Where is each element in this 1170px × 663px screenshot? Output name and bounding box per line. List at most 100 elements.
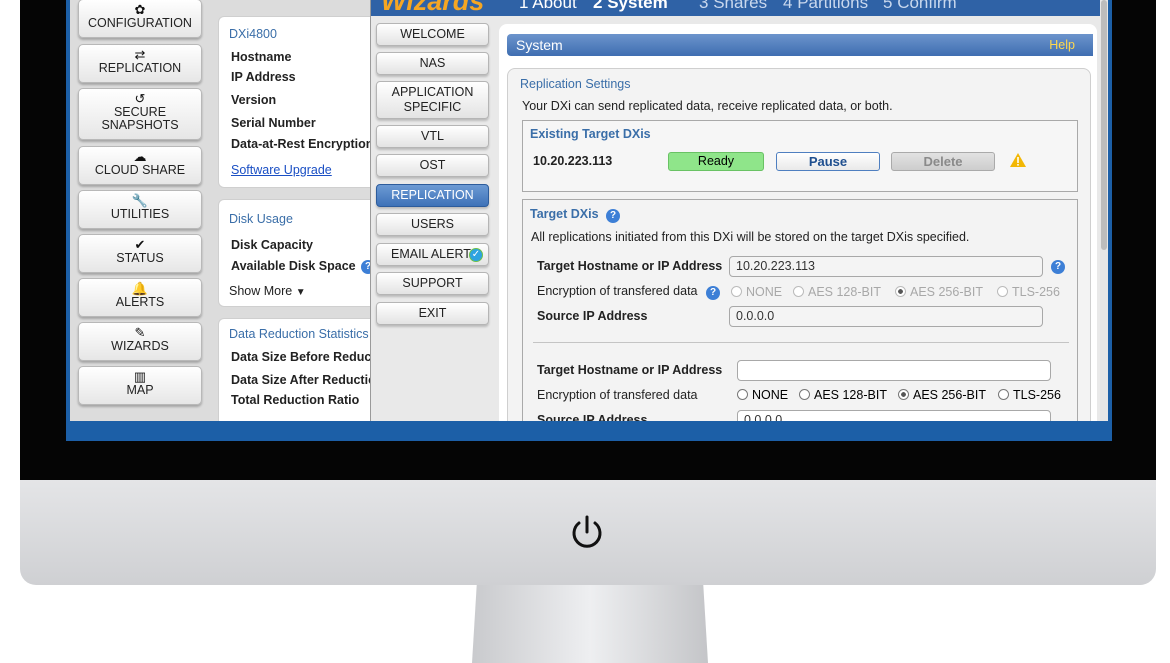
nav-label: STATUS bbox=[116, 251, 164, 265]
step-label: Partitions bbox=[797, 0, 869, 12]
replication-settings: Replication Settings Your DXi can send r… bbox=[507, 68, 1091, 421]
menu-label: EMAIL ALERTS bbox=[391, 247, 480, 261]
radio-label: TLS-256 bbox=[1013, 388, 1061, 402]
nav-status[interactable]: ✔ STATUS bbox=[78, 234, 202, 273]
radio-dot bbox=[997, 286, 1008, 297]
show-more-toggle[interactable]: Show More ▼ bbox=[229, 284, 306, 298]
nav-label: CONFIGURATION bbox=[88, 16, 192, 30]
help-icon[interactable]: ? bbox=[706, 286, 720, 300]
target-hostname-input[interactable] bbox=[737, 360, 1051, 381]
radio-dot bbox=[998, 389, 1009, 400]
radio-none[interactable]: NONE bbox=[731, 285, 782, 299]
nav-label: MAP bbox=[126, 383, 154, 397]
step-label: System bbox=[607, 0, 668, 12]
target-dxis-description: All replications initiated from this DXi… bbox=[531, 230, 970, 244]
radio-tls-256[interactable]: TLS-256 bbox=[997, 285, 1060, 299]
bell-icon: 🔔 bbox=[131, 281, 149, 296]
radio-label: NONE bbox=[746, 285, 783, 299]
vertical-scrollbar[interactable] bbox=[1100, 0, 1108, 421]
help-link[interactable]: Help bbox=[1049, 38, 1075, 52]
step-confirm[interactable]: 5 Confirm bbox=[883, 0, 957, 13]
dxi-app: ✿ CONFIGURATION ⇄ REPLICATION ↺ SECURE S… bbox=[70, 0, 1108, 421]
nav-alerts[interactable]: 🔔 ALERTS bbox=[78, 278, 202, 317]
pause-button[interactable]: Pause bbox=[776, 152, 880, 171]
radio-aes-128[interactable]: AES 128-BIT bbox=[799, 388, 887, 402]
radio-dot bbox=[731, 286, 742, 297]
radio-aes-128[interactable]: AES 128-BIT bbox=[793, 285, 881, 299]
nav-map[interactable]: ▥ MAP bbox=[78, 366, 202, 405]
radio-label: AES 256-BIT bbox=[910, 285, 983, 299]
nav-cloud-share[interactable]: ☁ CLOUD SHARE bbox=[78, 146, 202, 185]
wizard-menu-nas[interactable]: NAS bbox=[376, 52, 489, 75]
radio-aes-256[interactable]: AES 256-BIT bbox=[898, 388, 986, 402]
wizard-menu-email-alerts[interactable]: EMAIL ALERTS ✓ bbox=[376, 243, 489, 266]
size-before-label: Data Size Before Reduction bbox=[231, 350, 378, 364]
radio-dot bbox=[793, 286, 804, 297]
nav-secure-snapshots[interactable]: ↺ SECURE SNAPSHOTS bbox=[78, 88, 202, 140]
wizard-menu-vtl[interactable]: VTL bbox=[376, 125, 489, 148]
data-reduction-panel: Data Reduction Statistics Data Size Befo… bbox=[218, 318, 378, 421]
nav-configuration[interactable]: ✿ CONFIGURATION bbox=[78, 0, 202, 38]
encryption-text: Encryption of transfered data bbox=[537, 284, 698, 298]
show-more-label: Show More bbox=[229, 284, 293, 298]
help-icon[interactable]: ? bbox=[1051, 260, 1065, 274]
wizard-menu-welcome[interactable]: WELCOME bbox=[376, 23, 489, 46]
help-icon[interactable]: ? bbox=[606, 209, 621, 223]
nav-utilities[interactable]: 🔧 UTILITIES bbox=[78, 190, 202, 229]
target-hostname-input[interactable]: 10.20.223.113 bbox=[729, 256, 1043, 277]
nav-wizards[interactable]: ✎ WIZARDS bbox=[78, 322, 202, 361]
step-shares[interactable]: 3 Shares bbox=[699, 0, 767, 13]
size-after-label: Data Size After Reduction bbox=[231, 373, 378, 387]
radio-aes-256[interactable]: AES 256-BIT bbox=[895, 285, 983, 299]
panel-title: Data Reduction Statistics bbox=[229, 327, 369, 341]
wizard-menu-users[interactable]: USERS bbox=[376, 213, 489, 236]
panel-title: Disk Usage bbox=[229, 212, 293, 226]
nav-label: REPLICATION bbox=[98, 61, 182, 75]
version-label: Version bbox=[231, 93, 277, 107]
power-icon[interactable] bbox=[567, 513, 607, 553]
wizard-menu-exit[interactable]: EXIT bbox=[376, 302, 489, 325]
source-ip-input[interactable]: 0.0.0.0 bbox=[737, 410, 1051, 421]
step-partitions[interactable]: 4 Partitions bbox=[783, 0, 868, 13]
step-number: 1 bbox=[519, 0, 529, 12]
cloud-icon: ☁ bbox=[133, 149, 147, 164]
radio-dot bbox=[898, 389, 909, 400]
target-dxis-label: Target DXis bbox=[530, 207, 599, 221]
radio-label: AES 128-BIT bbox=[814, 388, 887, 402]
wizard-menu-ost[interactable]: OST bbox=[376, 154, 489, 177]
step-system[interactable]: 2 System bbox=[593, 0, 668, 13]
nav-replication[interactable]: ⇄ REPLICATION bbox=[78, 44, 202, 83]
disk-usage-panel: Disk Usage Disk Capacity Available Disk … bbox=[218, 199, 378, 307]
wizard-content: System Help Replication Settings Your DX… bbox=[499, 24, 1097, 421]
nav-label: CLOUD SHARE bbox=[94, 163, 186, 177]
source-ip-label: Source IP Address bbox=[537, 309, 648, 323]
map-icon: ▥ bbox=[133, 369, 147, 384]
gear-icon: ✿ bbox=[134, 2, 146, 17]
wizard-menu-replication[interactable]: REPLICATION bbox=[376, 184, 489, 207]
encryption-label: Encryption of transfered data bbox=[537, 388, 698, 402]
system-panel: DXi4800 Hostname IP Address Version Seri… bbox=[218, 16, 378, 188]
delete-button[interactable]: Delete bbox=[891, 152, 995, 171]
scrollbar-thumb[interactable] bbox=[1101, 0, 1107, 250]
wrench-icon: 🔧 bbox=[131, 193, 149, 208]
radio-tls-256[interactable]: TLS-256 bbox=[998, 388, 1061, 402]
check-complete-icon: ✓ bbox=[469, 248, 483, 262]
wizard-menu-application-specific[interactable]: APPLICATION SPECIFIC bbox=[376, 81, 489, 119]
target-dxis-box: Target DXis ? All replications initiated… bbox=[522, 199, 1078, 421]
panel-title: DXi4800 bbox=[229, 27, 277, 41]
section-description: Your DXi can send replicated data, recei… bbox=[522, 99, 893, 113]
software-upgrade-link[interactable]: Software Upgrade bbox=[231, 163, 332, 177]
step-about[interactable]: 1 About bbox=[519, 0, 577, 13]
radio-none[interactable]: NONE bbox=[737, 388, 788, 402]
magic-wand-icon: ✎ bbox=[134, 325, 146, 340]
stage: ✿ CONFIGURATION ⇄ REPLICATION ↺ SECURE S… bbox=[0, 0, 1170, 663]
step-label: Shares bbox=[713, 0, 768, 12]
existing-target-ip: 10.20.223.113 bbox=[533, 154, 613, 168]
wizard-menu-support[interactable]: SUPPORT bbox=[376, 272, 489, 295]
step-number: 3 bbox=[699, 0, 709, 12]
source-ip-label: Source IP Address bbox=[537, 413, 648, 421]
source-ip-input[interactable]: 0.0.0.0 bbox=[729, 306, 1043, 327]
check-circle-icon: ✔ bbox=[134, 237, 146, 252]
encryption-label: Data-at-Rest Encryption bbox=[231, 137, 374, 151]
hostname-label: Hostname bbox=[231, 50, 292, 64]
